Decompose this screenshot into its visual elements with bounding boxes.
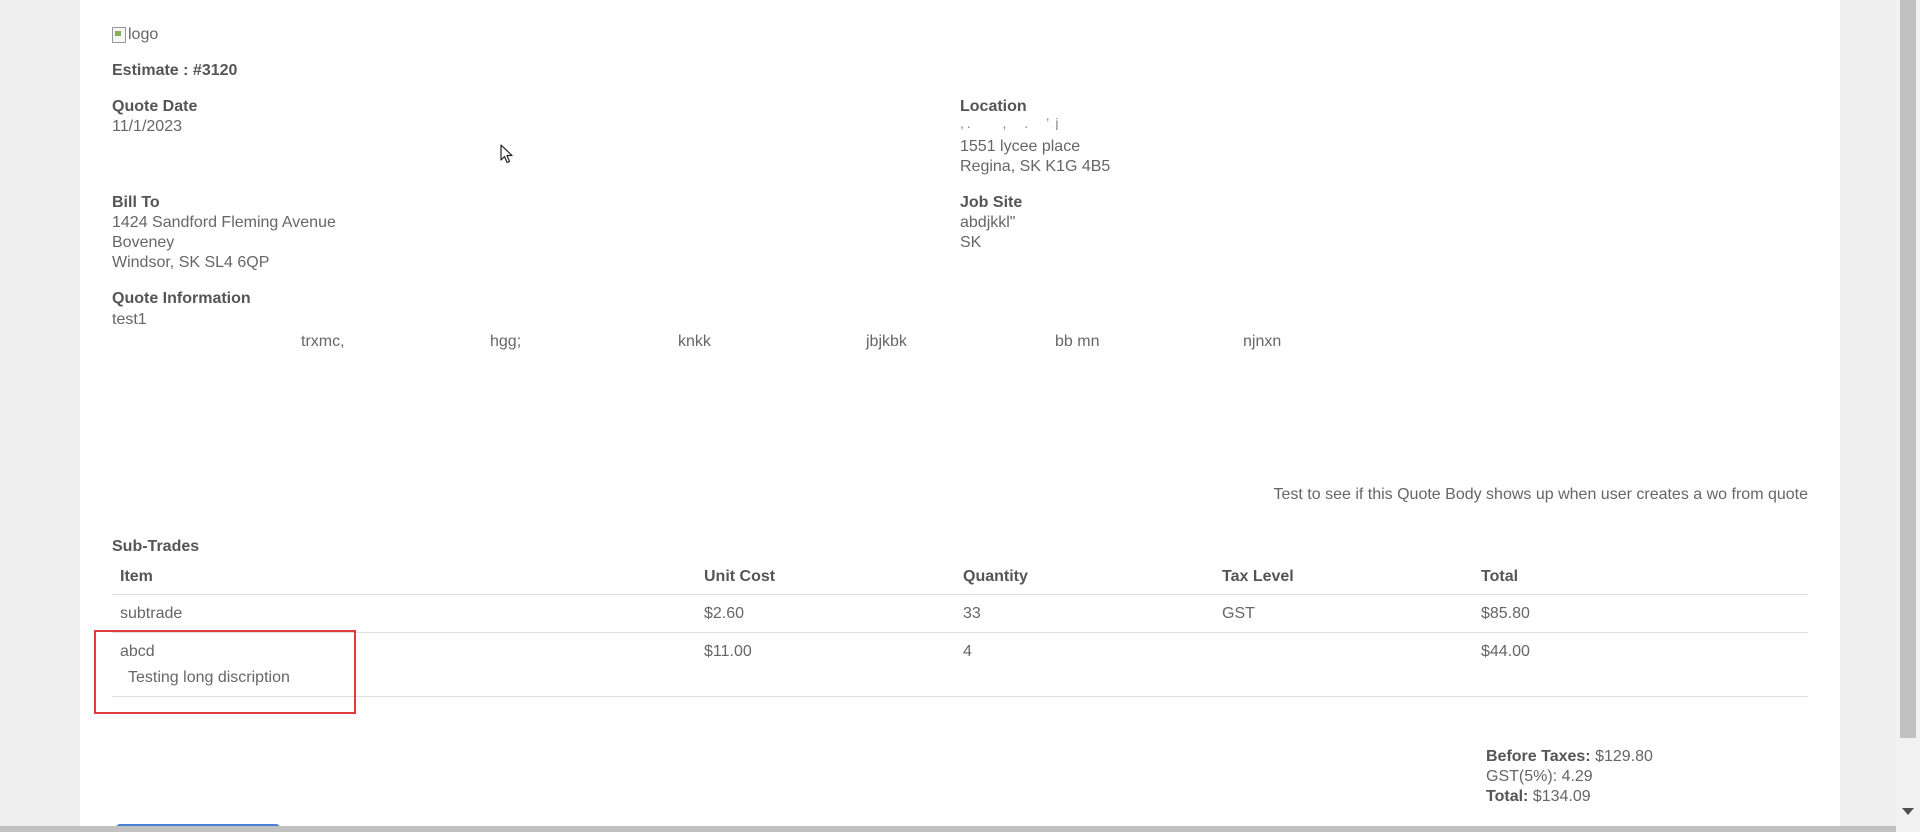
bill-to-area: Boveney — [112, 234, 175, 251]
column-header-tax-level: Tax Level — [1214, 560, 1473, 595]
cell-quantity: 4 — [955, 632, 1214, 697]
cell-total: $44.00 — [1473, 632, 1808, 697]
horizontal-scrollbar[interactable] — [0, 826, 1896, 832]
mouse-cursor-icon — [500, 144, 513, 164]
cell-quantity: 33 — [955, 594, 1214, 633]
sub-trades-table: Item Unit Cost Quantity Tax Level Total … — [112, 560, 1808, 697]
column-header-item: Item — [112, 560, 696, 595]
location-line-obscured: , . , . ’ j — [960, 118, 1059, 130]
vertical-scrollbar[interactable] — [1896, 0, 1920, 832]
cell-unit-cost: $11.00 — [696, 632, 955, 697]
job-site-label: Job Site — [960, 194, 1023, 211]
before-taxes: Before Taxes: $129.80 — [1486, 748, 1653, 766]
broken-image-icon — [112, 27, 126, 43]
vertical-scrollbar-thumb[interactable] — [1900, 0, 1916, 738]
table-header-row: Item Unit Cost Quantity Tax Level Total — [112, 560, 1808, 595]
before-taxes-label: Before Taxes: — [1486, 748, 1591, 765]
table-row: subtrade $2.60 33 GST $85.80 — [112, 594, 1808, 633]
cell-item: subtrade — [112, 594, 696, 633]
total-label: Total: — [1486, 788, 1529, 805]
quote-info-column: jbjkbk — [866, 333, 907, 350]
location-city: Regina, SK K1G 4B5 — [960, 158, 1111, 175]
table-row: abcd Testing long discription $11.00 4 $… — [112, 632, 1808, 697]
quote-info-value: test1 — [112, 311, 147, 328]
location-street: 1551 lycee place — [960, 138, 1081, 155]
quote-info-column: knkk — [678, 333, 711, 350]
total-value: $134.09 — [1532, 788, 1591, 805]
grand-total: Total: $134.09 — [1486, 788, 1591, 806]
cell-tax-level — [1214, 632, 1473, 697]
quote-date-value: 11/1/2023 — [112, 118, 182, 135]
job-site-line2: SK — [960, 234, 982, 251]
column-header-quantity: Quantity — [955, 560, 1214, 595]
scroll-down-arrow-icon[interactable] — [1902, 808, 1914, 815]
cell-unit-cost: $2.60 — [696, 594, 955, 633]
quote-info-column: hgg; — [490, 333, 522, 350]
bill-to-street: 1424 Sandford Fleming Avenue — [112, 214, 336, 231]
quote-info-column: trxmc, — [301, 333, 345, 350]
logo: logo — [112, 26, 158, 44]
location-label: Location — [960, 98, 1027, 115]
gst-amount: GST(5%): 4.29 — [1486, 768, 1593, 785]
cell-tax-level: GST — [1214, 594, 1473, 633]
estimate-number: Estimate : #3120 — [112, 62, 238, 79]
job-site-line1: abdjkkl" — [960, 214, 1016, 231]
sub-trades-heading: Sub-Trades — [112, 538, 200, 555]
quote-info-column: bb mn — [1055, 333, 1100, 350]
bill-to-city: Windsor, SK SL4 6QP — [112, 254, 270, 271]
quote-info-label: Quote Information — [112, 290, 251, 307]
logo-alt-text: logo — [128, 26, 159, 43]
before-taxes-value: $129.80 — [1595, 748, 1653, 765]
cell-total: $85.80 — [1473, 594, 1808, 633]
quote-body-text: Test to see if this Quote Body shows up … — [1273, 486, 1809, 503]
bill-to-label: Bill To — [112, 194, 160, 211]
quote-date-label: Quote Date — [112, 98, 198, 115]
column-header-unit-cost: Unit Cost — [696, 560, 955, 595]
highlight-annotation-box — [94, 630, 356, 714]
quote-info-column: njnxn — [1243, 333, 1282, 350]
column-header-total: Total — [1473, 560, 1808, 595]
